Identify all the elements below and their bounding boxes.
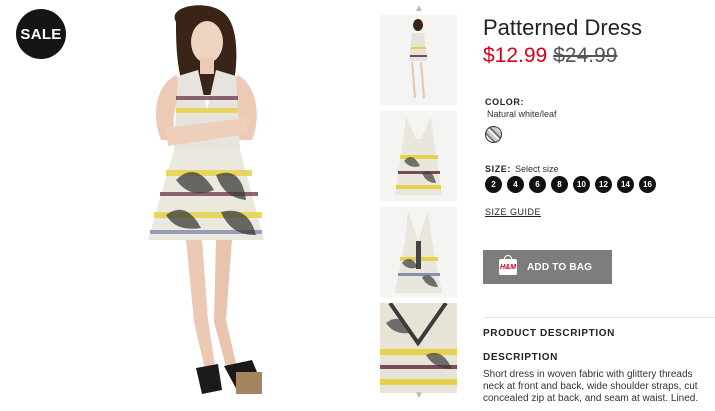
color-swatch[interactable]	[485, 126, 502, 143]
sale-badge: SALE	[16, 9, 66, 59]
price-row: $12.99 $24.99	[483, 44, 617, 68]
thumbnail-model-front[interactable]	[380, 15, 457, 105]
thumbnail-dress-back[interactable]	[380, 207, 457, 297]
size-guide-link[interactable]: SIZE GUIDE	[485, 207, 541, 217]
section-divider	[483, 317, 715, 318]
color-label: COLOR:	[485, 97, 525, 107]
thumbnail-down-arrow-icon[interactable]: ▼	[412, 391, 426, 401]
original-price: $24.99	[553, 44, 618, 67]
size-option[interactable]: 6	[529, 176, 546, 193]
color-value: Natural white/leaf	[487, 109, 557, 119]
description-heading: DESCRIPTION	[483, 352, 558, 363]
product-description-heading[interactable]: PRODUCT DESCRIPTION	[483, 328, 615, 339]
shopping-bag-icon: H&M	[499, 255, 517, 275]
thumbnail-strip	[380, 15, 457, 399]
size-option[interactable]: 8	[551, 176, 568, 193]
size-label: SIZE:	[485, 164, 512, 174]
description-line: Short dress in woven fabric with glitter…	[483, 369, 693, 380]
size-option[interactable]: 16	[639, 176, 656, 193]
size-option[interactable]: 4	[507, 176, 524, 193]
description-text: Short dress in woven fabric with glitter…	[483, 369, 715, 405]
thumbnail-fabric-detail[interactable]	[380, 303, 457, 393]
sale-price: $12.99	[483, 44, 548, 67]
thumbnail-up-arrow-icon[interactable]: ▲	[412, 4, 426, 14]
size-options: 2 4 6 8 10 12 14 16	[485, 176, 656, 193]
size-option[interactable]: 12	[595, 176, 612, 193]
description-line: concealed zip at back, and seam at waist…	[483, 393, 699, 404]
thumbnail-dress-front[interactable]	[380, 111, 457, 201]
add-to-bag-button[interactable]: H&M ADD TO BAG	[483, 250, 612, 284]
size-hint: Select size	[515, 164, 559, 174]
size-row: SIZE: Select size	[485, 159, 559, 177]
size-option[interactable]: 10	[573, 176, 590, 193]
product-title: Patterned Dress	[483, 15, 642, 40]
main-product-image[interactable]	[26, 0, 368, 406]
add-to-bag-label: ADD TO BAG	[527, 261, 593, 273]
description-line: neck at front and back, wide shoulder st…	[483, 381, 698, 392]
size-option[interactable]: 2	[485, 176, 502, 193]
size-option[interactable]: 14	[617, 176, 634, 193]
